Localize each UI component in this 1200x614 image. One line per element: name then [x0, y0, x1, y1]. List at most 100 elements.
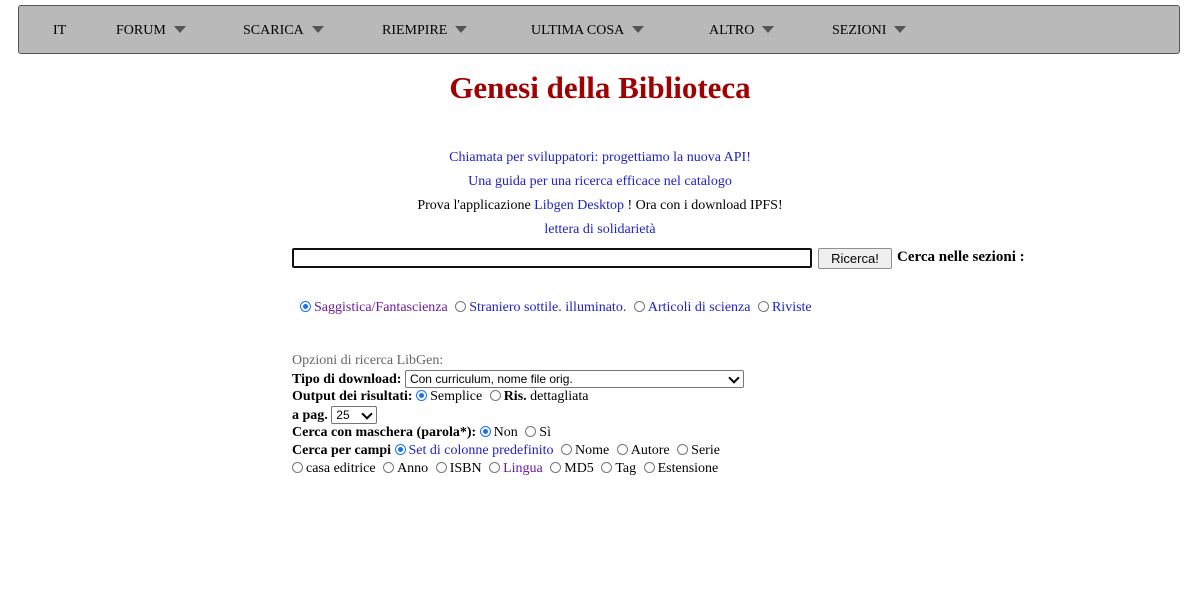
radio-icon[interactable] [616, 444, 628, 455]
topic-option-saggistica[interactable]: Saggistica/Fantascienza [300, 300, 448, 315]
per-page-row: a pag. 25 [292, 406, 744, 424]
mask-yes-label: Sì [539, 425, 551, 440]
topic-label: Saggistica/Fantascienza [314, 300, 448, 315]
mask-row: Cerca con maschera (parola*): Non Sì [292, 424, 744, 442]
nav-item-label: ULTIMA COSA [531, 23, 625, 38]
nav-item-forum[interactable]: FORUM [116, 6, 186, 55]
nav-item-ultima-cosa[interactable]: ULTIMA COSA [531, 6, 645, 55]
topic-option-riviste[interactable]: Riviste [757, 300, 812, 315]
search-guide-link[interactable]: Una guida per una ricerca efficace nel c… [468, 174, 732, 189]
radio-icon[interactable] [601, 462, 613, 473]
field-option-autore[interactable]: Autore [616, 443, 670, 458]
topic-label: Riviste [771, 300, 812, 315]
mask-yes-option[interactable]: Sì [525, 425, 551, 440]
field-option-nome[interactable]: Nome [561, 443, 609, 458]
output-detailed-option[interactable]: Ris. dettagliata [489, 389, 589, 404]
nav-item-label: IT [53, 23, 67, 38]
fields-label: Cerca per campi [292, 443, 392, 458]
radio-icon[interactable] [561, 444, 573, 455]
nav-item-riempire[interactable]: RIEMPIRE [382, 6, 468, 55]
radio-selected-icon[interactable] [394, 444, 406, 455]
nav-item-sezioni[interactable]: SEZIONI [832, 6, 907, 55]
caret-down-icon [632, 26, 645, 34]
radio-icon[interactable] [643, 462, 655, 473]
field-label: MD5 [564, 461, 594, 476]
chevron-down-icon [361, 408, 373, 420]
search-options: Opzioni di ricerca LibGen: Tipo di downl… [292, 352, 744, 478]
download-type-value: Con curriculum, nome file orig. [409, 372, 573, 386]
field-option-casa-editrice[interactable]: casa editrice [292, 461, 376, 476]
topic-option-articoli[interactable]: Articoli di scienza [633, 300, 750, 315]
field-option-estensione[interactable]: Estensione [643, 461, 719, 476]
field-label: ISBN [449, 461, 482, 476]
field-label: casa editrice [306, 461, 376, 476]
search-button[interactable]: Ricerca! [818, 248, 892, 269]
nav-item-label: FORUM [116, 23, 166, 38]
field-option-tag[interactable]: Tag [601, 461, 636, 476]
output-detailed-rest: dettagliata [526, 389, 589, 404]
radio-icon[interactable] [383, 462, 395, 473]
desktop-suffix-text: ! Ora con i download IPFS! [623, 198, 783, 213]
page-title: Genesi della Biblioteca [449, 70, 751, 105]
field-label: Autore [630, 443, 670, 458]
solidarity-letter-link[interactable]: lettera di solidarietà [544, 222, 655, 237]
mask-no-label: Non [493, 425, 518, 440]
per-page-label: a pag. [292, 408, 328, 423]
radio-icon[interactable] [455, 301, 467, 312]
nav-item-scarica[interactable]: SCARICA [243, 6, 324, 55]
output-simple-option[interactable]: Semplice [416, 389, 482, 404]
field-option-lingua[interactable]: Lingua [489, 461, 543, 476]
field-label: Serie [691, 443, 720, 458]
notice-desktop: Prova l'applicazione Libgen Desktop ! Or… [0, 198, 1200, 214]
mask-label: Cerca con maschera (parola*): [292, 425, 477, 440]
notice-solidarity: lettera di solidarietà [0, 222, 1200, 238]
field-label: Set di colonne predefinito [408, 443, 554, 458]
libgen-desktop-link[interactable]: Libgen Desktop [534, 198, 624, 213]
developers-api-link[interactable]: Chiamata per sviluppatori: progettiamo l… [449, 150, 751, 165]
nav-item-label: RIEMPIRE [382, 23, 448, 38]
top-nav-bar: IT FORUM SCARICA RIEMPIRE ULTIMA COSA AL… [18, 5, 1180, 54]
radio-selected-icon[interactable] [416, 390, 428, 401]
radio-icon[interactable] [525, 426, 537, 437]
topic-label: Straniero sottile. illuminato. [469, 300, 627, 315]
download-type-label: Tipo di download: [292, 372, 402, 387]
radio-icon[interactable] [435, 462, 447, 473]
nav-item-altro[interactable]: ALTRO [709, 6, 775, 55]
field-option-md5[interactable]: MD5 [550, 461, 594, 476]
output-simple-label: Semplice [430, 389, 483, 404]
radio-icon[interactable] [489, 462, 501, 473]
caret-down-icon [455, 26, 468, 34]
radio-selected-icon[interactable] [479, 426, 491, 437]
search-sections-label: Cerca nelle sezioni : [897, 249, 1025, 265]
chevron-down-icon [728, 372, 740, 384]
nav-item-label: SEZIONI [832, 23, 887, 38]
field-option-serie[interactable]: Serie [677, 443, 720, 458]
field-label: Estensione [657, 461, 719, 476]
field-option-anno[interactable]: Anno [383, 461, 428, 476]
field-option-default[interactable]: Set di colonne predefinito [394, 443, 554, 458]
field-label: Nome [575, 443, 610, 458]
topic-option-straniero[interactable]: Straniero sottile. illuminato. [455, 300, 626, 315]
radio-icon[interactable] [677, 444, 689, 455]
mask-no-option[interactable]: Non [479, 425, 518, 440]
radio-selected-icon[interactable] [300, 301, 311, 312]
caret-down-icon [894, 26, 907, 34]
search-input[interactable] [292, 248, 812, 268]
radio-icon[interactable] [757, 301, 769, 312]
topic-radio-group: Saggistica/Fantascienza Straniero sottil… [300, 300, 816, 316]
radio-icon[interactable] [633, 301, 645, 312]
field-label: Tag [615, 461, 637, 476]
radio-icon[interactable] [550, 462, 562, 473]
output-row: Output dei risultati: Semplice Ris. dett… [292, 388, 744, 406]
fields-row-1: Cerca per campi Set di colonne predefini… [292, 442, 744, 460]
desktop-prefix-text: Prova l'applicazione [417, 198, 535, 213]
radio-icon[interactable] [292, 462, 303, 473]
field-option-isbn[interactable]: ISBN [435, 461, 482, 476]
caret-down-icon [173, 26, 186, 34]
download-type-select[interactable]: Con curriculum, nome file orig. [404, 370, 744, 388]
nav-item-it[interactable]: IT [53, 6, 66, 55]
field-label: Anno [397, 461, 429, 476]
caret-down-icon [311, 26, 324, 34]
per-page-select[interactable]: 25 [331, 406, 378, 424]
radio-icon[interactable] [489, 390, 501, 401]
